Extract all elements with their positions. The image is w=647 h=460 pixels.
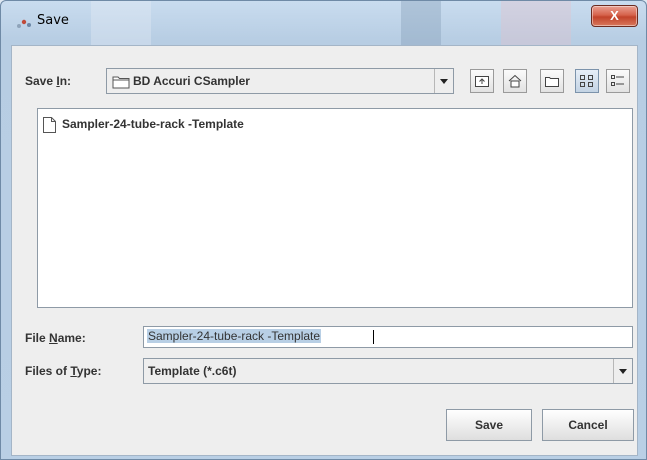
folder-icon xyxy=(112,76,130,89)
file-name-selected-text: Sampler-24-tube-rack -Template xyxy=(147,329,322,343)
chevron-down-icon[interactable] xyxy=(434,69,453,93)
file-name: Sampler-24-tube-rack -Template xyxy=(62,117,244,131)
save-in-label: Save In: xyxy=(25,74,72,88)
file-type-dropdown[interactable]: Template (*.c6t) xyxy=(143,358,633,384)
window-title: Save xyxy=(37,13,69,28)
java-app-icon xyxy=(15,15,33,31)
home-button[interactable] xyxy=(503,69,527,93)
cancel-button[interactable]: Cancel xyxy=(542,409,634,441)
title-bar[interactable]: Save X xyxy=(1,1,646,45)
file-type-value: Template (*.c6t) xyxy=(148,364,237,378)
folder-up-icon xyxy=(475,76,489,87)
file-list[interactable]: Sampler-24-tube-rack -Template xyxy=(37,108,633,308)
home-icon xyxy=(508,74,522,88)
file-type-label: Files of Type: xyxy=(25,364,102,378)
text-caret xyxy=(373,330,374,344)
save-in-value: BD Accuri CSampler xyxy=(133,74,250,88)
up-one-level-button[interactable] xyxy=(470,69,494,93)
document-icon xyxy=(43,117,56,133)
save-dialog: Save X Save In: BD Accuri CSampler Sampl… xyxy=(0,0,647,460)
details-view-button[interactable] xyxy=(606,69,630,93)
dialog-content: Save In: BD Accuri CSampler Sampler-24-t… xyxy=(11,45,638,456)
list-view-button[interactable] xyxy=(575,69,599,93)
save-in-dropdown[interactable]: BD Accuri CSampler xyxy=(106,68,454,94)
close-button[interactable]: X xyxy=(591,5,638,27)
new-folder-button[interactable] xyxy=(540,69,564,93)
file-name-label: File Name: xyxy=(25,331,86,345)
details-view-icon xyxy=(611,75,624,86)
chevron-down-icon[interactable] xyxy=(613,359,632,383)
save-button[interactable]: Save xyxy=(446,409,532,441)
file-name-field[interactable]: Sampler-24-tube-rack -Template xyxy=(143,326,633,348)
new-folder-icon xyxy=(545,77,559,87)
list-view-icon xyxy=(580,75,593,87)
